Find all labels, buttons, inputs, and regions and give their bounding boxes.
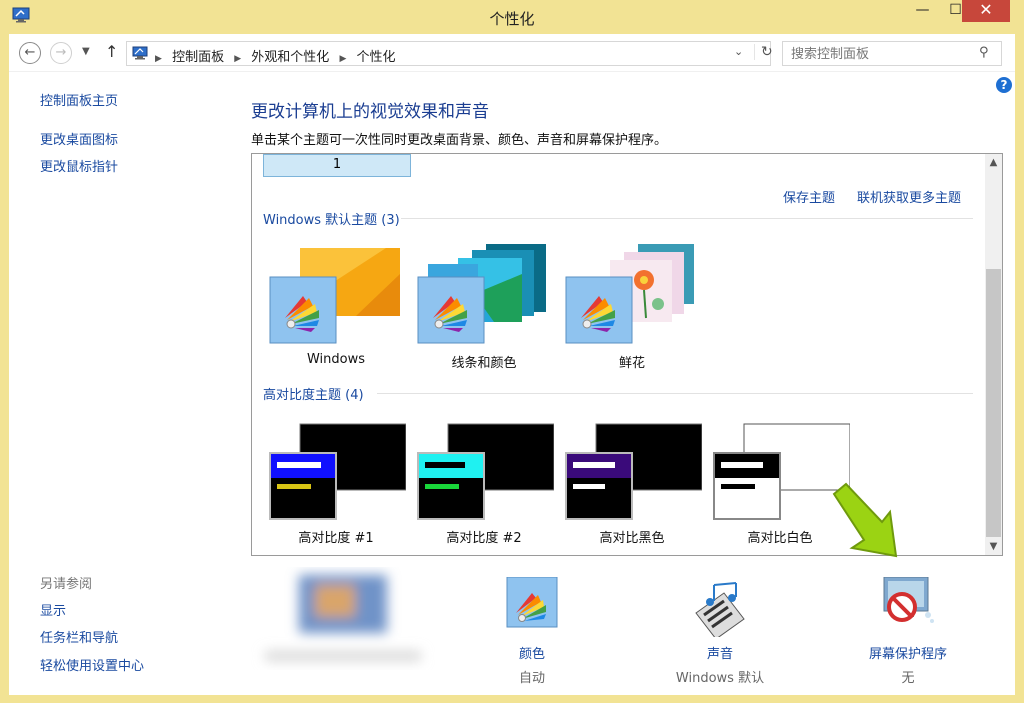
screensaver-value: 无: [901, 671, 915, 686]
sidebar-link-ease-of-access[interactable]: 轻松使用设置中心: [40, 655, 144, 674]
theme-lines-and-colors-preview: [417, 244, 546, 344]
theme-high-contrast-2-preview: [417, 423, 555, 520]
group-divider: [401, 218, 973, 219]
group-divider: [377, 393, 973, 394]
breadcrumb-control-panel[interactable]: 控制面板: [172, 50, 224, 65]
breadcrumb: ▶ 控制面板 ▶ 外观和个性化 ▶ 个性化: [155, 46, 402, 65]
default-themes-group-label: Windows 默认主题 (3): [263, 213, 400, 228]
save-theme-link[interactable]: 保存主题: [783, 187, 835, 206]
screensaver-icon: [883, 576, 934, 623]
breadcrumb-appearance[interactable]: 外观和个性化: [251, 50, 329, 65]
chevron-right-icon[interactable]: ▶: [339, 54, 346, 64]
theme-high-contrast-black[interactable]: 高对比黑色: [562, 420, 703, 555]
color-label[interactable]: 颜色: [462, 643, 602, 662]
high-contrast-group-label: 高对比度主题 (4): [263, 388, 364, 403]
get-more-themes-link[interactable]: 联机获取更多主题: [857, 187, 961, 206]
theme-flowers-preview: [565, 244, 694, 344]
color-icon: [506, 576, 558, 628]
control-panel-icon: [132, 46, 148, 60]
chevron-right-icon[interactable]: ▶: [234, 54, 241, 64]
navigation-bar: ← → ▼ ↑ ▶ 控制面板 ▶ 外观和个性化 ▶ 个性化 ⌄ ↻ 搜索控制面板…: [9, 34, 1015, 72]
back-button[interactable]: ←: [19, 42, 41, 64]
sounds-label[interactable]: 声音: [650, 643, 790, 662]
theme-flowers-label: 鲜花: [618, 356, 645, 371]
minimize-button[interactable]: —: [906, 0, 939, 22]
theme-high-contrast-1-preview: [269, 423, 407, 520]
screensaver-label[interactable]: 屏幕保护程序: [838, 643, 978, 662]
up-button[interactable]: ↑: [105, 42, 118, 61]
theme-high-contrast-2[interactable]: 高对比度 #2: [414, 420, 555, 555]
see-also-heading: 另请参阅: [40, 577, 93, 592]
theme-high-contrast-1[interactable]: 高对比度 #1: [266, 420, 407, 555]
sidebar-link-taskbar[interactable]: 任务栏和导航: [40, 627, 118, 646]
sidebar-link-control-panel-home[interactable]: 控制面板主页: [40, 90, 118, 109]
color-button[interactable]: 颜色 自动: [462, 576, 602, 689]
arrow-up-icon: ↑: [105, 42, 119, 61]
search-box[interactable]: ⚲: [782, 41, 1002, 66]
chevron-right-icon[interactable]: ▶: [155, 54, 162, 64]
theme-high-contrast-black-preview: [565, 423, 703, 520]
help-icon[interactable]: ?: [996, 77, 1012, 93]
theme-windows-label: Windows: [306, 352, 366, 367]
search-input[interactable]: [791, 45, 971, 63]
arrow-left-icon: ←: [24, 45, 36, 60]
title-bar[interactable]: 个性化 — ☐ ✕: [0, 0, 1024, 34]
my-theme-tile[interactable]: 1: [263, 154, 411, 177]
desktop-background-button[interactable]: [245, 567, 441, 679]
sounds-icon: [695, 582, 745, 640]
scroll-up-button[interactable]: ▲: [985, 154, 1002, 171]
theme-high-contrast-2-label: 高对比度 #2: [446, 531, 522, 546]
scroll-thumb[interactable]: [986, 269, 1001, 537]
sidebar-link-display[interactable]: 显示: [40, 600, 66, 619]
recent-locations-dropdown[interactable]: ▼: [82, 46, 90, 57]
sidebar-link-desktop-icons[interactable]: 更改桌面图标: [40, 129, 118, 148]
color-value: 自动: [518, 671, 545, 686]
theme-list-scrollbar[interactable]: ▲ ▼: [985, 154, 1002, 555]
address-bar[interactable]: ▶ 控制面板 ▶ 外观和个性化 ▶ 个性化 ⌄ ↻: [126, 41, 773, 66]
window-client: ← → ▼ ↑ ▶ 控制面板 ▶ 外观和个性化 ▶ 个性化 ⌄ ↻ 搜索控制面板…: [9, 34, 1015, 695]
close-button[interactable]: ✕: [962, 0, 1010, 22]
personalization-window: 个性化 — ☐ ✕ ← → ▼ ↑ ▶ 控制面板 ▶ 外观和个性化 ▶ 个性化 …: [0, 0, 1024, 703]
breadcrumb-personalization[interactable]: 个性化: [357, 50, 396, 65]
refresh-icon: ↻: [761, 44, 773, 60]
window-title: 个性化: [489, 10, 535, 28]
arrow-right-icon: →: [55, 45, 67, 60]
page-description: 单击某个主题可一次性同时更改桌面背景、颜色、声音和屏幕保护程序。: [251, 133, 668, 148]
theme-lines-and-colors[interactable]: 线条和颜色: [414, 244, 554, 404]
scroll-down-button[interactable]: ▼: [985, 538, 1002, 555]
search-icon[interactable]: ⚲: [979, 45, 989, 60]
sidebar-link-mouse-pointers[interactable]: 更改鼠标指针: [40, 156, 118, 175]
theme-high-contrast-1-label: 高对比度 #1: [298, 531, 374, 546]
theme-windows[interactable]: Windows: [266, 244, 406, 404]
sounds-button[interactable]: 声音 Windows 默认: [650, 577, 790, 689]
theme-lines-and-colors-label: 线条和颜色: [451, 356, 517, 371]
address-dropdown-button[interactable]: ⌄: [734, 45, 743, 58]
refresh-button[interactable]: ↻: [754, 44, 773, 60]
screensaver-button[interactable]: 屏幕保护程序 无: [838, 576, 978, 689]
sounds-value: Windows 默认: [675, 671, 765, 686]
forward-button[interactable]: →: [50, 42, 72, 64]
annotation-arrow-icon: [832, 482, 898, 558]
desktop-background-thumbnail: [245, 567, 441, 679]
theme-high-contrast-black-label: 高对比黑色: [599, 531, 665, 546]
theme-windows-preview: [269, 248, 400, 344]
theme-flowers[interactable]: 鲜花: [562, 244, 702, 404]
page-title: 更改计算机上的视觉效果和声音: [251, 102, 489, 122]
